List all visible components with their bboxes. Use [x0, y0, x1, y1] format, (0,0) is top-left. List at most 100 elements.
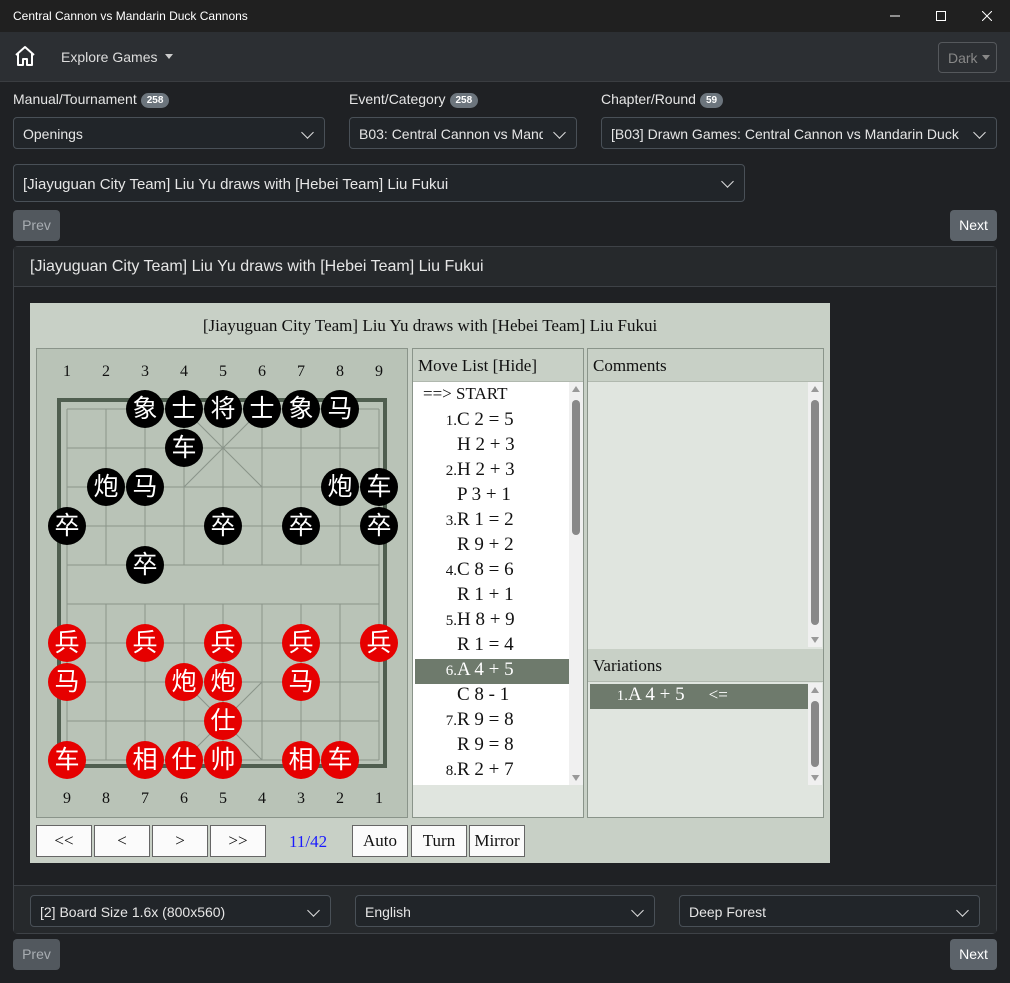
card-header: [Jiayuguan City Team] Liu Yu draws with …: [14, 247, 996, 287]
black-piece[interactable]: 卒: [126, 546, 164, 584]
manual-count-badge: 258: [140, 93, 170, 108]
mirror-button[interactable]: Mirror: [469, 825, 525, 857]
board-size-select[interactable]: [2] Board Size 1.6x (800x560): [30, 895, 331, 927]
language-select[interactable]: English: [355, 895, 655, 927]
red-piece[interactable]: 仕: [165, 741, 203, 779]
prev-move-button[interactable]: <: [94, 825, 150, 857]
board-theme-select[interactable]: Deep Forest: [679, 895, 980, 927]
chapter-count-badge: 59: [699, 93, 724, 108]
comments-area[interactable]: [588, 382, 808, 647]
black-piece[interactable]: 炮: [87, 468, 125, 506]
red-piece[interactable]: 兵: [126, 624, 164, 662]
comments-panel: Comments Variations 1.A 4 + 5 <=: [587, 348, 824, 818]
move-item[interactable]: R 9 = 8: [415, 734, 569, 759]
move-item[interactable]: 3.R 1 = 2: [415, 509, 569, 534]
bottom-file-label: 3: [297, 790, 305, 807]
red-piece[interactable]: 相: [282, 741, 320, 779]
turn-button[interactable]: Turn: [411, 825, 467, 857]
bottom-file-label: 7: [141, 790, 149, 807]
red-piece[interactable]: 兵: [282, 624, 320, 662]
red-piece[interactable]: 炮: [165, 663, 203, 701]
red-piece[interactable]: 马: [48, 663, 86, 701]
red-piece[interactable]: 炮: [204, 663, 242, 701]
move-item[interactable]: C 8 - 1: [415, 684, 569, 709]
chevron-down-icon: [973, 126, 986, 139]
move-item[interactable]: 5.H 8 + 9: [415, 609, 569, 634]
variations-list: 1.A 4 + 5 <=: [588, 683, 808, 785]
move-item[interactable]: 2.H 2 + 3: [415, 459, 569, 484]
black-piece[interactable]: 卒: [282, 507, 320, 545]
comments-scrollbar[interactable]: [808, 382, 822, 647]
red-piece[interactable]: 兵: [360, 624, 398, 662]
black-piece[interactable]: 马: [321, 390, 359, 428]
chevron-down-icon: [631, 904, 644, 917]
move-item[interactable]: 4.C 8 = 6: [415, 559, 569, 584]
bottom-file-label: 8: [102, 790, 110, 807]
move-item[interactable]: R 1 + 1: [415, 584, 569, 609]
red-piece[interactable]: 兵: [204, 624, 242, 662]
auto-button[interactable]: Auto: [352, 825, 408, 857]
red-piece[interactable]: 车: [48, 741, 86, 779]
move-item[interactable]: R 9 + 2: [415, 534, 569, 559]
move-list-scrollbar[interactable]: [569, 382, 583, 785]
move-item[interactable]: 1.C 2 = 5: [415, 409, 569, 434]
chapter-select[interactable]: [B03] Drawn Games: Central Cannon vs Man…: [601, 117, 997, 149]
next-move-button[interactable]: >: [152, 825, 208, 857]
chevron-down-icon: [553, 126, 566, 139]
move-start[interactable]: ==> START: [423, 384, 569, 409]
minimize-icon[interactable]: [872, 0, 918, 32]
prev-button-top[interactable]: Prev: [13, 210, 60, 241]
chevron-down-icon: [956, 904, 969, 917]
black-piece[interactable]: 卒: [204, 507, 242, 545]
variations-header: Variations: [588, 649, 823, 682]
red-piece[interactable]: 帅: [204, 741, 242, 779]
move-list: ==> START 1.C 2 = 5H 2 + 3 2.H 2 + 3P 3 +…: [413, 382, 569, 785]
variations-scrollbar[interactable]: [808, 683, 822, 785]
move-counter: 11/42: [289, 832, 328, 851]
variation-item[interactable]: 1.A 4 + 5 <=: [590, 684, 808, 709]
chevron-down-icon: [307, 904, 320, 917]
black-piece[interactable]: 士: [243, 390, 281, 428]
black-piece[interactable]: 炮: [321, 468, 359, 506]
black-piece[interactable]: 将: [204, 390, 242, 428]
red-piece[interactable]: 相: [126, 741, 164, 779]
black-piece[interactable]: 马: [126, 468, 164, 506]
move-item[interactable]: 8.R 2 + 7: [415, 759, 569, 784]
first-move-button[interactable]: <<: [36, 825, 92, 857]
black-piece[interactable]: 象: [282, 390, 320, 428]
black-piece[interactable]: 卒: [360, 507, 398, 545]
red-piece[interactable]: 车: [321, 741, 359, 779]
move-list-header[interactable]: Move List [Hide]: [413, 349, 583, 382]
explore-games-menu[interactable]: Explore Games: [61, 49, 173, 65]
theme-dropdown[interactable]: Dark: [938, 42, 997, 73]
next-button-bottom[interactable]: Next: [950, 939, 997, 970]
last-move-button[interactable]: >>: [210, 825, 266, 857]
bottom-file-label: 1: [375, 790, 383, 807]
maximize-icon[interactable]: [918, 0, 964, 32]
black-piece[interactable]: 卒: [48, 507, 86, 545]
move-item[interactable]: P 3 + 1: [415, 484, 569, 509]
event-select[interactable]: B03: Central Cannon vs Mandarin Duck Can…: [349, 117, 577, 149]
manual-select[interactable]: Openings: [13, 117, 325, 149]
red-piece[interactable]: 仕: [204, 702, 242, 740]
black-piece[interactable]: 士: [165, 390, 203, 428]
move-item[interactable]: 7.R 9 = 8: [415, 709, 569, 734]
xiangqi-board[interactable]: 123456789 987654321 象士将士象马车炮马炮车卒卒卒卒卒兵兵兵兵…: [36, 348, 408, 818]
move-item[interactable]: H 2 + 3: [415, 434, 569, 459]
black-piece[interactable]: 象: [126, 390, 164, 428]
chapter-label: Chapter/Round 59: [601, 91, 724, 108]
close-icon[interactable]: [964, 0, 1010, 32]
black-piece[interactable]: 车: [165, 429, 203, 467]
game-select[interactable]: [Jiayuguan City Team] Liu Yu draws with …: [13, 164, 745, 202]
red-piece[interactable]: 兵: [48, 624, 86, 662]
bottom-file-label: 9: [63, 790, 71, 807]
next-button-top[interactable]: Next: [950, 210, 997, 241]
chevron-down-icon: [301, 126, 314, 139]
red-piece[interactable]: 马: [282, 663, 320, 701]
home-icon[interactable]: [13, 44, 37, 68]
move-item[interactable]: R 1 = 4: [415, 634, 569, 659]
black-piece[interactable]: 车: [360, 468, 398, 506]
move-item[interactable]: 6.A 4 + 5: [415, 659, 569, 684]
bottom-file-label: 5: [219, 790, 227, 807]
prev-button-bottom[interactable]: Prev: [13, 939, 60, 970]
